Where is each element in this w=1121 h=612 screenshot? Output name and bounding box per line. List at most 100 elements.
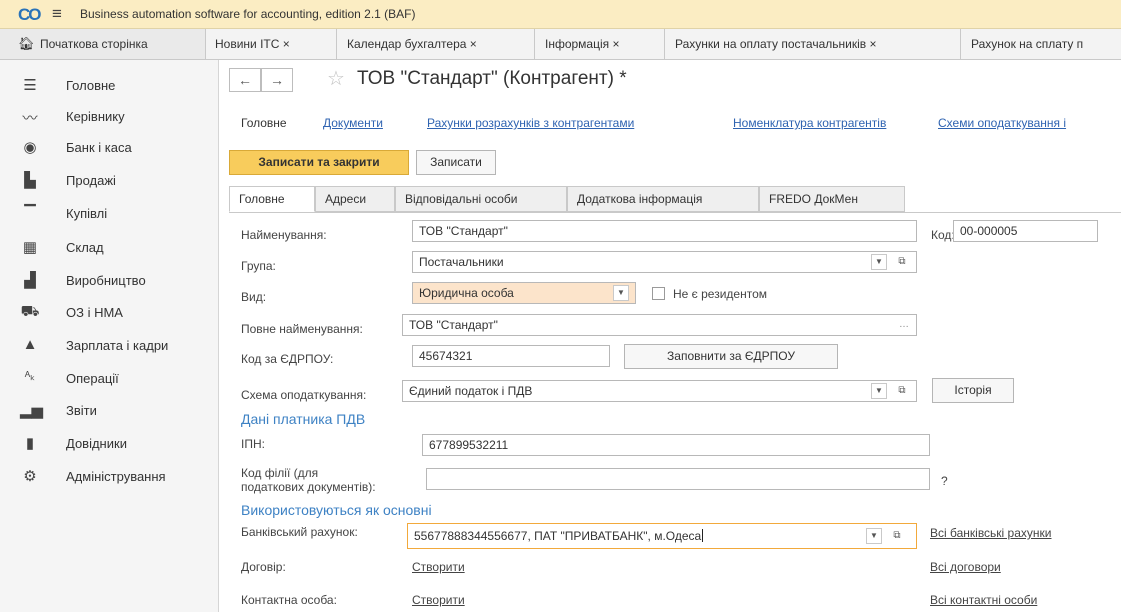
- forward-button[interactable]: →: [261, 68, 293, 92]
- sidebar-item-sales[interactable]: ▙ Продажі: [0, 167, 218, 197]
- sidebar-item-operations[interactable]: ᴬₖ Операції: [0, 365, 218, 395]
- open-icon[interactable]: ⧉: [888, 528, 906, 544]
- bank-icon: ◉: [23, 139, 37, 156]
- open-icon[interactable]: ⧉: [893, 383, 911, 399]
- nonresident-checkbox[interactable]: [652, 287, 665, 300]
- tab-payment-invoice[interactable]: Рахунок на сплату п: [961, 29, 1121, 59]
- edrpou-label: Код за ЄДРПОУ:: [241, 352, 334, 366]
- name-label: Найменування:: [241, 228, 327, 242]
- tab-supplier-invoices[interactable]: Рахунки на оплату постачальників ×: [665, 29, 961, 59]
- chevron-down-icon[interactable]: ▼: [866, 528, 882, 544]
- code-label: Код:: [931, 228, 955, 242]
- chevron-down-icon[interactable]: ▼: [871, 254, 887, 270]
- sidebar-item-directories[interactable]: ▮ Довідники: [0, 430, 218, 460]
- fill-edrpou-button[interactable]: Заповнити за ЄДРПОУ: [624, 344, 838, 369]
- warehouse-icon: ▦: [22, 239, 38, 256]
- sidebar-item-bank[interactable]: ◉ Банк і каса: [0, 134, 218, 164]
- tab-addresses[interactable]: Адреси: [315, 186, 395, 212]
- tab-fredo-docmen[interactable]: FREDO ДокМен: [759, 186, 905, 212]
- gear-icon: ⚙: [23, 468, 37, 485]
- sidebar-item-main[interactable]: ☰ Головне: [0, 72, 218, 102]
- menu-lines-icon: ☰: [23, 77, 37, 94]
- section-tab-settlement-accounts[interactable]: Рахунки розрахунків з контрагентами: [427, 116, 634, 130]
- tab-news[interactable]: Новини ITC ×: [205, 29, 337, 59]
- name-field[interactable]: ТОВ "Стандарт": [412, 220, 917, 242]
- sidebar-item-warehouse[interactable]: ▦ Склад: [0, 234, 218, 264]
- sidebar-item-label: Банк і каса: [66, 140, 132, 155]
- ipn-field[interactable]: 677899532211: [422, 434, 930, 456]
- kind-select[interactable]: Юридична особа ▼: [412, 282, 636, 304]
- person-icon: ▲: [22, 336, 38, 353]
- sidebar-item-administration[interactable]: ⚙ Адміністрування: [0, 463, 218, 493]
- sidebar-item-label: Операції: [66, 371, 119, 386]
- form-tabs: Головне Адреси Відповідальні особи Додат…: [229, 186, 1121, 213]
- section-tab-documents[interactable]: Документи: [323, 116, 383, 130]
- code-field[interactable]: 00-000005: [953, 220, 1098, 242]
- all-contact-persons-link[interactable]: Всі контактні особи: [930, 593, 1037, 607]
- sidebar-item-label: Головне: [66, 78, 116, 93]
- sidebar-item-label: Продажі: [66, 173, 116, 188]
- tab-additional-info[interactable]: Додаткова інформація: [567, 186, 759, 212]
- sidebar-item-label: Довідники: [66, 436, 127, 451]
- sidebar-item-production[interactable]: ▟ Виробництво: [0, 267, 218, 297]
- section-tab-tax-schemes[interactable]: Схеми оподаткування і: [938, 116, 1066, 130]
- branch-label-line2: податкових документів):: [241, 480, 376, 494]
- hamburger-icon[interactable]: ≡: [52, 4, 62, 24]
- back-button[interactable]: ←: [229, 68, 261, 92]
- main-content: ← → ☆ ТОВ "Стандарт" (Контрагент) * Голо…: [219, 60, 1121, 612]
- edrpou-field[interactable]: 45674321: [412, 345, 610, 367]
- section-tab-nomenclature[interactable]: Номенклатура контрагентів: [733, 116, 886, 130]
- bank-account-field[interactable]: 55677888344556677, ПАТ "ПРИВАТБАНК", м.О…: [407, 523, 917, 549]
- vat-section-title: Дані платника ПДВ: [241, 411, 366, 427]
- sidebar-item-label: ОЗ і НМА: [66, 305, 123, 320]
- tab-responsible-persons[interactable]: Відповідальні особи: [395, 186, 567, 212]
- more-icon[interactable]: …: [895, 317, 913, 333]
- bar-chart-icon: ▂▅: [20, 402, 44, 419]
- chevron-down-icon[interactable]: ▼: [871, 383, 887, 399]
- branch-code-field[interactable]: [426, 468, 930, 490]
- sidebar-item-purchases[interactable]: ▔ Купівлі: [0, 200, 218, 230]
- section-tab-main[interactable]: Головне: [241, 116, 287, 130]
- sidebar-item-label: Склад: [66, 240, 104, 255]
- all-bank-accounts-link[interactable]: Всі банківські рахунки: [930, 526, 1052, 540]
- book-icon: ▮: [25, 435, 35, 452]
- operations-icon: ᴬₖ: [24, 369, 36, 383]
- create-contract-link[interactable]: Створити: [412, 560, 465, 574]
- nonresident-label: Не є резидентом: [673, 287, 768, 301]
- group-value: Постачальники: [419, 255, 504, 269]
- chevron-down-icon[interactable]: ▼: [613, 285, 629, 301]
- trend-icon: 〰: [22, 110, 38, 127]
- all-contracts-link[interactable]: Всі договори: [930, 560, 1001, 574]
- ipn-label: ІПН:: [241, 437, 265, 451]
- sidebar-item-salary[interactable]: ▲ Зарплата і кадри: [0, 332, 218, 362]
- group-field[interactable]: Постачальники ▼ ⧉: [412, 251, 917, 273]
- sidebar-item-reports[interactable]: ▂▅ Звіти: [0, 397, 218, 427]
- history-button[interactable]: Історія: [932, 378, 1014, 403]
- bank-account-value: 55677888344556677, ПАТ "ПРИВАТБАНК", м.О…: [414, 529, 702, 543]
- fullname-field[interactable]: ТОВ "Стандарт" …: [402, 314, 917, 336]
- tab-info[interactable]: Інформація ×: [535, 29, 665, 59]
- tax-scheme-field[interactable]: Єдиний податок і ПДВ ▼ ⧉: [402, 380, 917, 402]
- app-title: Business automation software for account…: [80, 7, 416, 21]
- tab-form-main[interactable]: Головне: [229, 186, 315, 212]
- tab-home[interactable]: 🏠︎ Початкова сторінка: [0, 29, 206, 59]
- title-bar: CO ≡ Business automation software for ac…: [0, 0, 1121, 29]
- sidebar-item-label: Виробництво: [66, 273, 146, 288]
- save-close-button[interactable]: Записати та закрити: [229, 150, 409, 175]
- help-link[interactable]: ?: [941, 474, 948, 488]
- open-icon[interactable]: ⧉: [893, 254, 911, 270]
- cart-icon: ▔: [24, 205, 36, 222]
- save-button[interactable]: Записати: [416, 150, 496, 175]
- truck-icon: ⛟: [20, 303, 40, 320]
- star-icon[interactable]: ☆: [327, 66, 345, 91]
- sidebar-item-fixed-assets[interactable]: ⛟ ОЗ і НМА: [0, 299, 218, 329]
- tab-calendar[interactable]: Календар бухгалтера ×: [337, 29, 535, 59]
- sidebar-item-management[interactable]: 〰 Керівнику: [0, 103, 218, 133]
- contact-person-label: Контактна особа:: [241, 593, 337, 607]
- create-contact-link[interactable]: Створити: [412, 593, 465, 607]
- fullname-value: ТОВ "Стандарт": [409, 318, 498, 332]
- factory-icon: ▟: [24, 272, 36, 289]
- home-icon: 🏠︎: [18, 36, 35, 51]
- open-tabs-bar: 🏠︎ Початкова сторінка Новини ITC × Кален…: [0, 29, 1121, 60]
- contract-label: Договір:: [241, 560, 286, 574]
